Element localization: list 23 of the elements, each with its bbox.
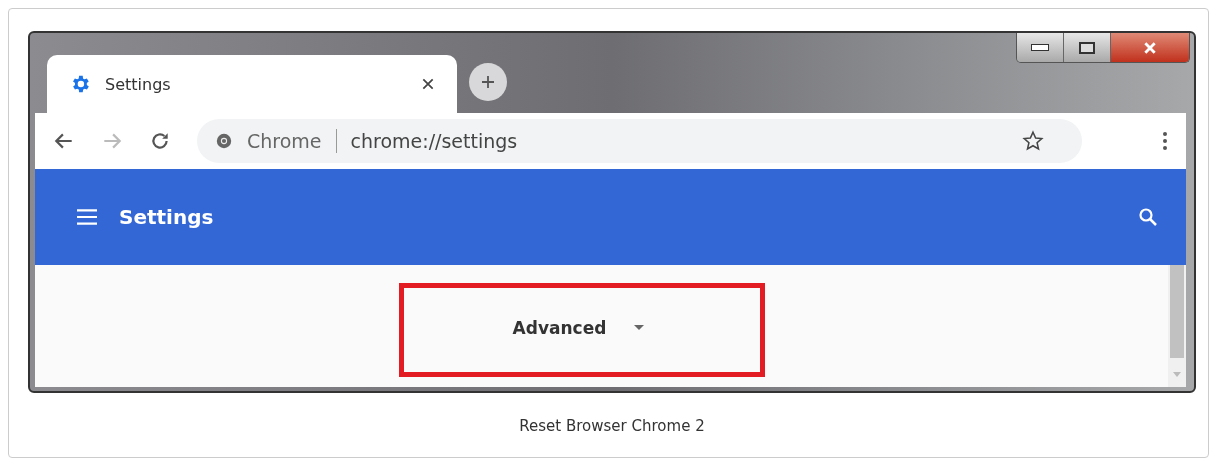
tab-title: Settings <box>105 74 172 94</box>
search-icon[interactable] <box>1138 207 1158 227</box>
reload-icon[interactable] <box>149 130 171 152</box>
site-label: Chrome <box>247 130 322 152</box>
menu-icon[interactable] <box>1162 131 1168 151</box>
image-caption: Reset Browser Chrome 2 <box>518 417 706 435</box>
advanced-button[interactable]: Advanced <box>512 314 651 346</box>
address-bar[interactable]: Chrome chrome://settings <box>197 119 1082 163</box>
close-icon[interactable] <box>421 77 435 91</box>
window-close-button[interactable] <box>1111 33 1189 62</box>
minimize-button[interactable] <box>1017 33 1064 62</box>
maximize-button[interactable] <box>1064 33 1111 62</box>
caret-icon <box>634 325 645 331</box>
header-title: Settings <box>119 205 215 229</box>
menu-icon[interactable] <box>77 209 97 225</box>
new-tab-button[interactable] <box>469 63 507 101</box>
plus-icon <box>480 74 496 90</box>
scrollbar[interactable] <box>1168 265 1186 387</box>
browser-tab[interactable]: Settings <box>47 55 457 113</box>
close-icon <box>1143 41 1157 54</box>
star-icon[interactable] <box>1022 130 1044 152</box>
chrome-logo-icon <box>215 132 233 150</box>
url-text: chrome://settings <box>350 130 519 152</box>
